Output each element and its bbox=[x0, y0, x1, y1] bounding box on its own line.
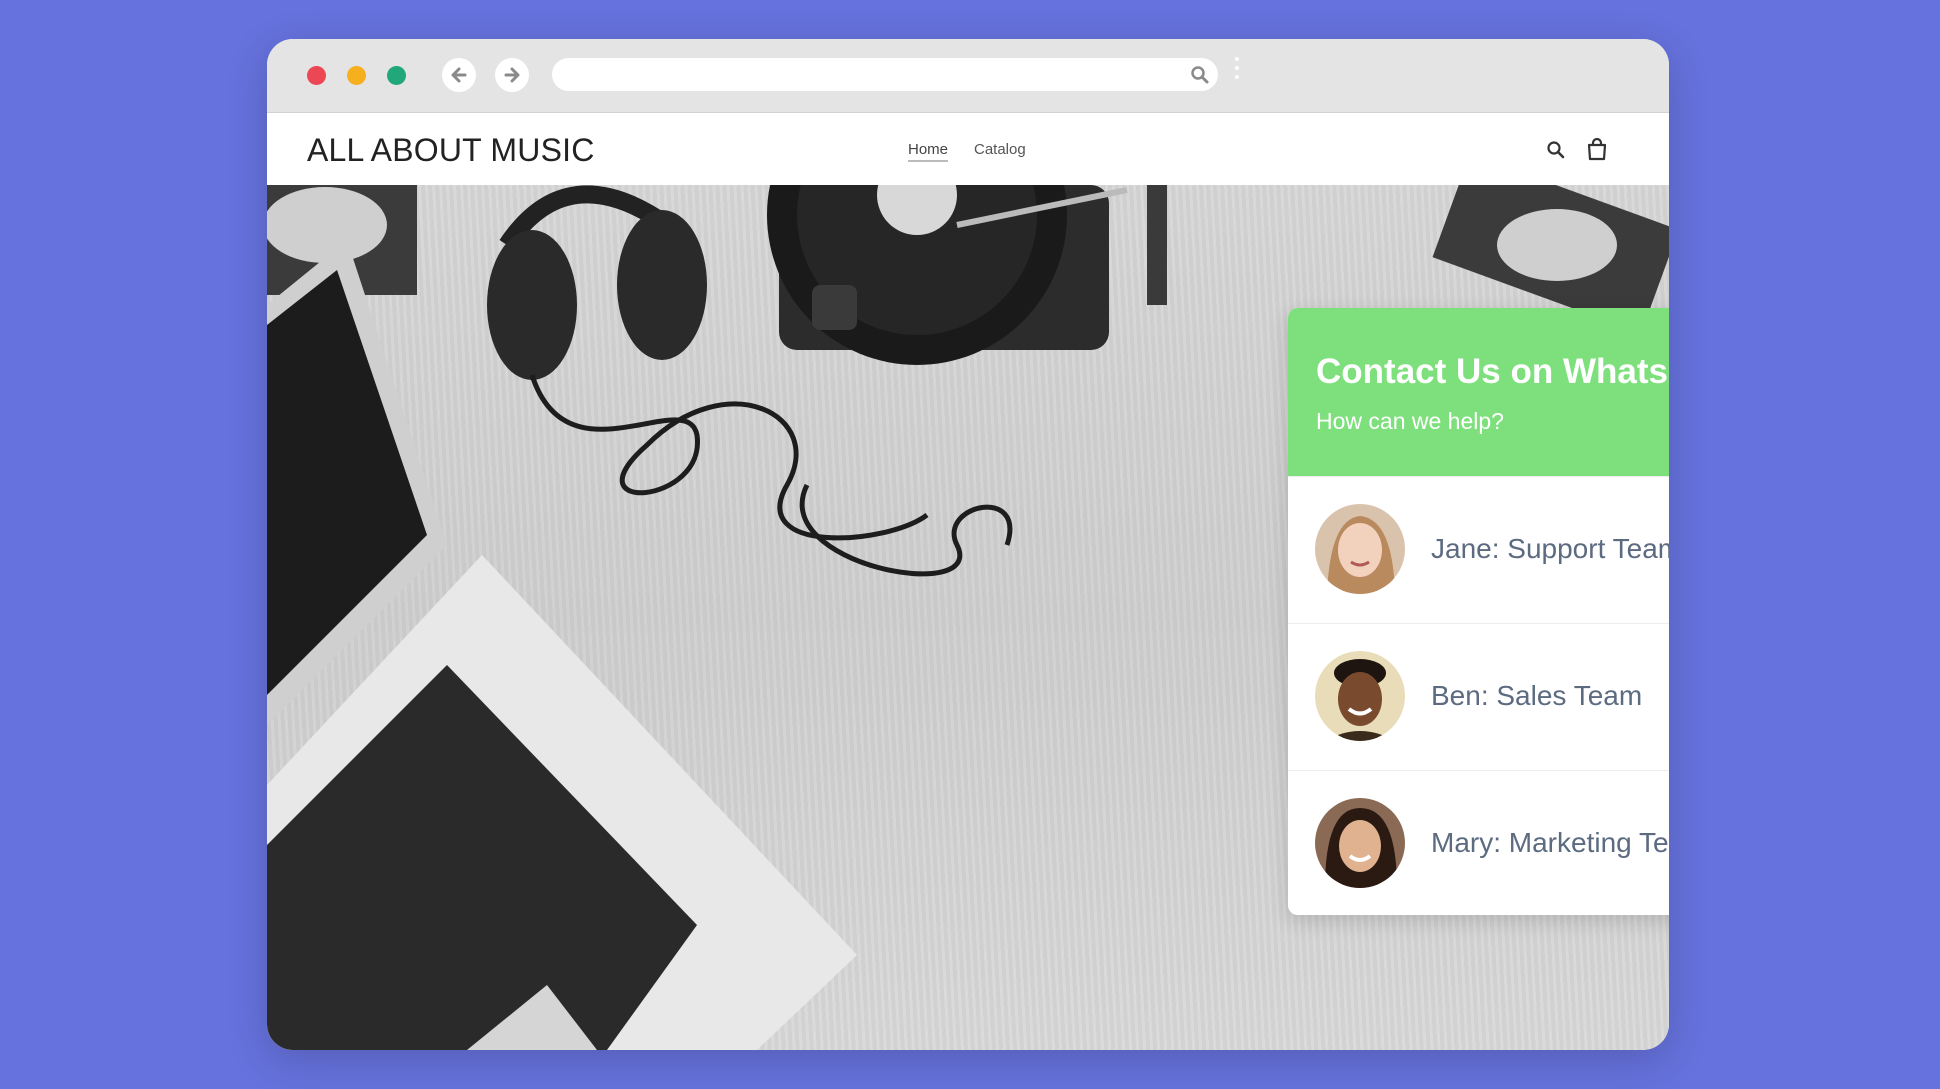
agent-name: Jane: Support Team bbox=[1431, 533, 1669, 564]
widget-header: Contact Us on WhatsApp How can we help? bbox=[1288, 308, 1669, 476]
search-icon bbox=[1191, 66, 1209, 84]
agent-list-item[interactable]: Jane: Support Team bbox=[1288, 476, 1669, 623]
agent-name: Ben: Sales Team bbox=[1431, 680, 1643, 711]
avatar bbox=[1315, 504, 1405, 594]
laptop-shape bbox=[267, 240, 857, 1050]
address-bar[interactable] bbox=[552, 58, 1218, 91]
maximize-window-button[interactable] bbox=[387, 66, 406, 85]
forward-button[interactable] bbox=[495, 58, 529, 92]
site-header: ALL ABOUT MUSIC Home Catalog bbox=[267, 113, 1669, 185]
turntable-shape bbox=[767, 185, 1167, 365]
nav-catalog-link[interactable]: Catalog bbox=[974, 141, 1026, 158]
minimize-window-button[interactable] bbox=[347, 66, 366, 85]
whatsapp-chat-widget: Contact Us on WhatsApp How can we help? … bbox=[1288, 308, 1669, 915]
close-window-button[interactable] bbox=[307, 66, 326, 85]
widget-title: Contact Us on WhatsApp bbox=[1316, 352, 1669, 391]
speaker-left-cone bbox=[267, 187, 387, 263]
browser-window: ALL ABOUT MUSIC Home Catalog Contact Us … bbox=[267, 39, 1669, 1050]
search-icon[interactable] bbox=[1546, 140, 1566, 160]
avatar bbox=[1315, 798, 1405, 888]
avatar bbox=[1315, 651, 1405, 741]
agent-list-item[interactable]: Mary: Marketing Team bbox=[1288, 770, 1669, 915]
widget-subtitle: How can we help? bbox=[1316, 408, 1504, 434]
arrow-left-icon bbox=[451, 67, 467, 83]
agent-list-item[interactable]: Ben: Sales Team bbox=[1288, 623, 1669, 770]
shopping-bag-icon[interactable] bbox=[1586, 137, 1608, 161]
back-button[interactable] bbox=[442, 58, 476, 92]
nav-home-link[interactable]: Home bbox=[908, 141, 949, 162]
browser-toolbar bbox=[267, 39, 1669, 113]
browser-menu-button[interactable] bbox=[1235, 57, 1241, 84]
arrow-right-icon bbox=[504, 67, 520, 83]
agent-name: Mary: Marketing Team bbox=[1431, 827, 1669, 858]
site-logo[interactable]: ALL ABOUT MUSIC bbox=[307, 132, 595, 169]
